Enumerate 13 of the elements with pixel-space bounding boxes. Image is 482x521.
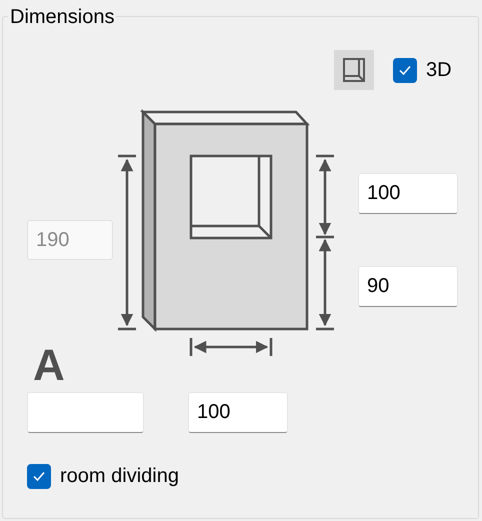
checkbox-label: 3D [426,58,452,83]
input-field[interactable]: 100 [358,173,458,214]
view-toggle-button[interactable] [334,50,374,90]
check-icon [32,469,46,483]
input-field[interactable]: 100 [188,392,288,433]
section-letter: A [33,342,65,390]
checkbox-label: room dividing [60,464,179,489]
checkbox[interactable] [27,464,51,488]
check-icon [398,63,412,77]
input-field[interactable]: 90 [358,266,458,307]
wall-icon [342,57,366,83]
checkbox[interactable] [393,58,417,82]
input-field[interactable] [27,392,144,433]
